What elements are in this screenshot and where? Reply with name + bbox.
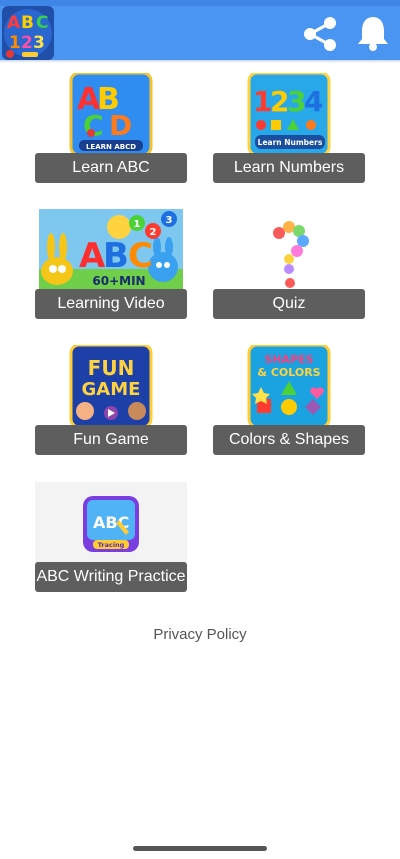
question-mark-balloons-icon xyxy=(213,209,365,291)
svg-text:2: 2 xyxy=(150,227,157,238)
svg-text:C: C xyxy=(36,13,48,33)
tile-abc-writing-practice[interactable]: ABC Tracing ABC Writing Practice xyxy=(35,482,187,594)
svg-text:C: C xyxy=(83,109,104,142)
home-indicator[interactable] xyxy=(133,846,267,851)
learn-abc-label: Learn ABC xyxy=(35,153,187,183)
svg-text:A: A xyxy=(7,13,21,33)
share-button[interactable] xyxy=(300,16,340,52)
tile-quiz[interactable]: Quiz xyxy=(213,209,365,321)
svg-text:3: 3 xyxy=(166,215,173,226)
tile-colors-shapes[interactable]: SHAPES & COLORS Colors & Shapes xyxy=(213,345,365,457)
learn-numbers-app-icon: 1 2 3 4 Learn Numbers xyxy=(213,73,365,155)
svg-text:GAME: GAME xyxy=(82,379,141,400)
svg-text:SHAPES: SHAPES xyxy=(264,353,313,366)
app-bar-shadow xyxy=(0,60,400,63)
abc-writing-practice-label: ABC Writing Practice xyxy=(35,562,187,592)
svg-text:C: C xyxy=(128,236,153,276)
svg-text:1: 1 xyxy=(134,219,141,230)
learn-abc-app-icon: A B C D LEARN ABCD xyxy=(35,73,187,155)
notification-button[interactable] xyxy=(355,14,391,52)
quiz-label: Quiz xyxy=(213,289,365,319)
svg-text:FUN: FUN xyxy=(88,356,135,380)
learn-numbers-label: Learn Numbers xyxy=(213,153,365,183)
colors-shapes-label: Colors & Shapes xyxy=(213,425,365,455)
app-bar: A B C 1 2 3 xyxy=(0,6,400,60)
privacy-policy-link[interactable]: Privacy Policy xyxy=(0,626,400,643)
svg-text:1: 1 xyxy=(9,33,21,53)
svg-text:4: 4 xyxy=(304,85,323,118)
learning-video-banner: A B C 1 2 3 60+MIN xyxy=(35,209,187,291)
share-icon xyxy=(304,17,336,51)
tile-fun-game[interactable]: FUN GAME Fun Game xyxy=(35,345,187,457)
tile-learn-numbers[interactable]: 1 2 3 4 Learn Numbers Learn Numbers xyxy=(213,73,365,185)
tile-learn-abc[interactable]: A B C D LEARN ABCD Learn ABC xyxy=(35,73,187,185)
learn-abc-thumb-caption: LEARN ABCD xyxy=(86,143,136,151)
bell-icon xyxy=(358,17,388,51)
svg-text:& COLORS: & COLORS xyxy=(257,366,320,379)
abc-tracing-thumb-caption: Tracing xyxy=(98,541,125,549)
fun-game-label: Fun Game xyxy=(35,425,187,455)
abc-tracing-app-icon: ABC Tracing xyxy=(35,482,187,564)
tile-learning-video[interactable]: A B C 1 2 3 60+MIN Learning Video xyxy=(35,209,187,321)
shapes-colors-app-icon: SHAPES & COLORS xyxy=(213,345,365,427)
abc-123-logo-icon[interactable]: A B C 1 2 3 xyxy=(2,6,54,60)
learning-video-thumb-caption: 60+MIN xyxy=(92,274,145,288)
svg-text:D: D xyxy=(109,109,132,142)
svg-text:A: A xyxy=(79,236,106,276)
svg-text:3: 3 xyxy=(33,33,45,53)
fun-game-app-icon: FUN GAME xyxy=(35,345,187,427)
svg-text:B: B xyxy=(21,13,34,33)
svg-text:B: B xyxy=(103,236,129,276)
learn-numbers-thumb-caption: Learn Numbers xyxy=(258,138,323,147)
learning-video-label: Learning Video xyxy=(35,289,187,319)
svg-text:2: 2 xyxy=(21,33,33,53)
